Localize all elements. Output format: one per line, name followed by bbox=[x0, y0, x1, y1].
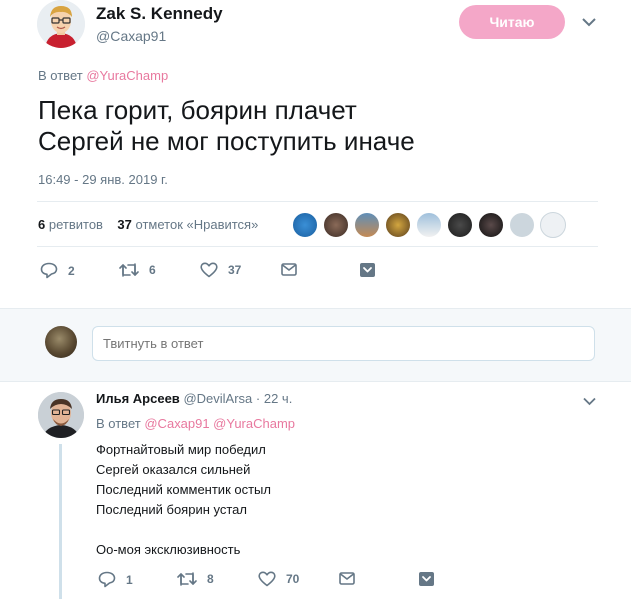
likes-stat[interactable]: 37 отметок «Нравится» bbox=[117, 217, 258, 232]
chevron-down-icon[interactable] bbox=[583, 397, 596, 406]
current-user-avatar[interactable] bbox=[45, 326, 77, 358]
retweet-stat[interactable]: 6 ретвитов bbox=[38, 217, 103, 232]
retweet-action[interactable]: 8 bbox=[177, 571, 214, 587]
tweet-text: Пека горит, боярин плачет Сергей не мог … bbox=[38, 95, 415, 156]
liker-avatar[interactable] bbox=[447, 212, 473, 238]
liker-avatar[interactable] bbox=[292, 212, 318, 238]
retweet-action[interactable]: 6 bbox=[119, 262, 156, 278]
liker-avatar[interactable] bbox=[416, 212, 442, 238]
envelope-icon bbox=[339, 572, 355, 585]
reply-text: Фортнайтовый мир победил Сергей оказался… bbox=[96, 442, 271, 557]
author-avatar[interactable] bbox=[37, 0, 85, 48]
chevron-down-icon[interactable] bbox=[582, 17, 596, 27]
reply-action[interactable]: 1 bbox=[98, 571, 133, 588]
tweet-timestamp[interactable]: 16:49 - 29 янв. 2019 г. bbox=[38, 172, 168, 187]
reply-count: 2 bbox=[68, 263, 75, 278]
mention-links[interactable]: @Сахар91 @YuraChamp bbox=[144, 416, 295, 431]
reply-icon bbox=[40, 262, 58, 279]
retweet-count: 6 bbox=[149, 263, 156, 277]
chevron-box-icon bbox=[419, 572, 434, 586]
author-name[interactable]: Zak S. Kennedy bbox=[96, 4, 223, 24]
reply-context: В ответ @YuraChamp bbox=[38, 68, 168, 83]
reply-author-avatar[interactable] bbox=[38, 392, 84, 438]
liker-avatar[interactable] bbox=[385, 212, 411, 238]
direct-message-action[interactable] bbox=[281, 263, 307, 276]
retweet-icon bbox=[119, 263, 139, 277]
retweet-count: 8 bbox=[207, 572, 214, 586]
bookmark-action[interactable] bbox=[359, 262, 386, 278]
envelope-icon bbox=[281, 263, 297, 276]
reply-author-name[interactable]: Илья Арсеев bbox=[96, 391, 180, 406]
bookmark-action[interactable] bbox=[418, 571, 445, 587]
like-count: 70 bbox=[286, 572, 300, 586]
retweet-icon bbox=[177, 572, 197, 586]
liker-avatar[interactable] bbox=[354, 212, 380, 238]
cartoon-avatar-icon bbox=[37, 0, 85, 48]
liker-avatar[interactable] bbox=[540, 212, 566, 238]
divider bbox=[37, 246, 598, 247]
direct-message-action[interactable] bbox=[339, 572, 365, 585]
reply-time[interactable]: 22 ч. bbox=[264, 391, 292, 406]
likers-avatars bbox=[292, 212, 571, 238]
mention-link[interactable]: @YuraChamp bbox=[86, 68, 168, 83]
tweet-stats: 6 ретвитов 37 отметок «Нравится» bbox=[38, 217, 258, 232]
liker-avatar[interactable] bbox=[478, 212, 504, 238]
reply-context: В ответ @Сахар91 @YuraChamp bbox=[96, 416, 295, 431]
like-action[interactable]: 70 bbox=[258, 571, 299, 587]
divider bbox=[37, 201, 598, 202]
separator: · bbox=[255, 391, 261, 406]
reply-action[interactable]: 2 bbox=[40, 262, 75, 279]
reply-count: 1 bbox=[126, 572, 133, 587]
reply-input[interactable] bbox=[92, 326, 595, 361]
heart-icon bbox=[258, 571, 276, 587]
heart-icon bbox=[200, 262, 218, 278]
reply-header: Илья Арсеев @DevilArsa · 22 ч. bbox=[96, 391, 292, 406]
thread-line bbox=[59, 444, 62, 599]
person-photo-icon bbox=[38, 392, 84, 438]
reply-icon bbox=[98, 571, 116, 588]
following-button[interactable]: Читаю bbox=[459, 5, 565, 39]
author-handle[interactable]: @Сахар91 bbox=[96, 28, 166, 44]
like-action[interactable]: 37 bbox=[200, 262, 241, 278]
like-count: 37 bbox=[228, 263, 242, 277]
liker-avatar[interactable] bbox=[323, 212, 349, 238]
reply-author-handle[interactable]: @DevilArsa bbox=[183, 391, 252, 406]
reply-context-prefix: В ответ bbox=[96, 416, 141, 431]
liker-avatar[interactable] bbox=[509, 212, 535, 238]
chevron-box-icon bbox=[360, 263, 375, 277]
reply-context-prefix: В ответ bbox=[38, 68, 83, 83]
